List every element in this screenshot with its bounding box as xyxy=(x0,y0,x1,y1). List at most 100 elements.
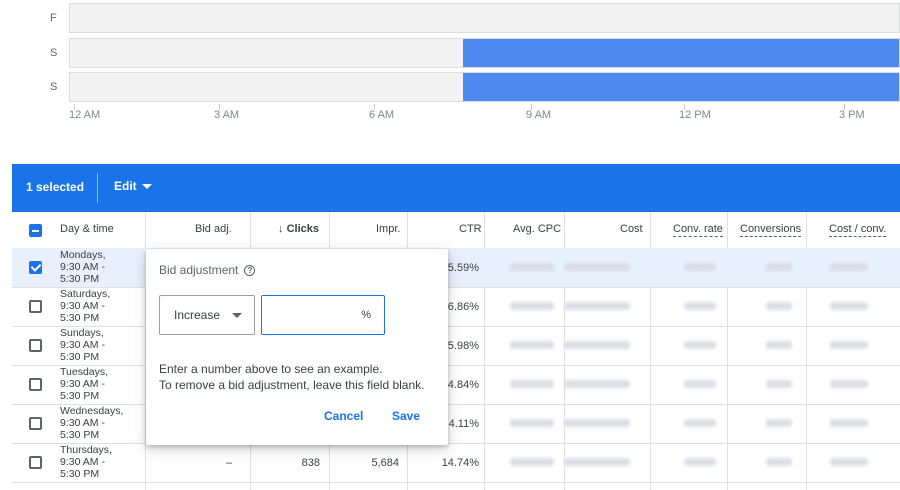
day-time-end: 5:30 PM xyxy=(60,390,100,402)
axis-label: 12 AM xyxy=(69,109,101,121)
header-bid-adj[interactable]: Bid adj. xyxy=(195,223,232,235)
header-cost-conv[interactable]: Cost / conv. xyxy=(829,223,887,237)
schedule-row-saturday: S xyxy=(12,38,900,68)
row-checkbox[interactable] xyxy=(29,456,42,469)
select-value: Increase xyxy=(174,308,221,322)
row-checkbox[interactable] xyxy=(29,300,42,313)
cancel-button[interactable]: Cancel xyxy=(324,409,363,423)
header-day-time[interactable]: Day & time xyxy=(60,223,114,235)
redacted-value xyxy=(564,419,630,427)
row-checkbox[interactable] xyxy=(29,417,42,430)
schedule-day-label: F xyxy=(50,12,57,24)
redacted-value xyxy=(564,263,630,271)
day-time-day: Sundays, xyxy=(60,327,104,339)
day-time-start: 9:30 AM - xyxy=(60,339,105,351)
day-time-cell: Thursdays, 9:30 AM -5:30 PM xyxy=(60,444,112,480)
header-ctr[interactable]: CTR xyxy=(459,223,482,235)
redacted-value xyxy=(564,341,630,349)
caret-down-icon xyxy=(141,183,152,189)
redacted-value xyxy=(684,263,716,271)
header-conv-rate[interactable]: Conv. rate xyxy=(673,223,723,237)
redacted-value xyxy=(684,419,716,427)
day-time-end: 5:30 PM xyxy=(60,429,100,441)
redacted-value xyxy=(830,419,868,427)
redacted-value xyxy=(830,302,868,310)
redacted-value xyxy=(510,302,554,310)
redacted-value xyxy=(766,419,792,427)
redacted-value xyxy=(564,380,630,388)
day-time-end: 5:30 PM xyxy=(60,273,100,285)
redacted-value xyxy=(564,302,630,310)
percentage-input[interactable] xyxy=(268,304,362,326)
schedule-row-friday: F xyxy=(12,3,900,33)
clicks-cell: 838 xyxy=(301,457,320,469)
day-time-start: 9:30 AM - xyxy=(60,417,105,429)
select-all-checkbox[interactable] xyxy=(29,224,42,237)
header-cost[interactable]: Cost xyxy=(620,223,643,235)
axis-label: 3 PM xyxy=(839,109,865,121)
adjustment-type-select[interactable]: Increase xyxy=(159,295,255,335)
redacted-value xyxy=(766,302,792,310)
hint-line-2: To remove a bid adjustment, leave this f… xyxy=(159,378,425,392)
schedule-day-label: S xyxy=(50,47,58,59)
redacted-value xyxy=(766,263,792,271)
edit-menu-button[interactable]: Edit xyxy=(114,179,152,193)
redacted-value xyxy=(830,458,868,466)
redacted-value xyxy=(684,302,716,310)
redacted-value xyxy=(510,341,554,349)
day-time-start: 9:30 AM - xyxy=(60,456,105,468)
day-time-start: 9:30 AM - xyxy=(60,300,105,312)
popup-hint: Enter a number above to see an example. … xyxy=(159,361,424,393)
day-time-cell: Wednesdays, 9:30 AM -5:30 PM xyxy=(60,405,123,441)
day-time-cell: Saturdays, 9:30 AM -5:30 PM xyxy=(60,288,110,324)
redacted-value xyxy=(510,263,554,271)
row-checkbox[interactable] xyxy=(29,339,42,352)
axis-label: 9 AM xyxy=(526,109,552,121)
row-checkbox[interactable] xyxy=(29,261,42,274)
redacted-value xyxy=(510,419,554,427)
help-icon[interactable]: ? xyxy=(244,264,256,276)
redacted-value xyxy=(510,380,554,388)
redacted-value xyxy=(564,458,630,466)
redacted-value xyxy=(766,341,792,349)
redacted-value xyxy=(830,380,868,388)
axis-label: 3 AM xyxy=(214,109,240,121)
redacted-value xyxy=(830,263,868,271)
save-button[interactable]: Save xyxy=(392,409,420,423)
redacted-value xyxy=(510,458,554,466)
header-avg-cpc[interactable]: Avg. CPC xyxy=(513,223,561,235)
caret-down-icon xyxy=(232,313,242,318)
header-clicks[interactable]: ↓ Clicks xyxy=(278,223,319,235)
day-time-cell: Tuesdays, 9:30 AM -5:30 PM xyxy=(60,366,108,402)
schedule-track xyxy=(69,3,900,33)
redacted-value xyxy=(766,458,792,466)
schedule-row-sunday: S xyxy=(12,72,900,102)
row-checkbox[interactable] xyxy=(29,378,42,391)
popup-title: Bid adjustment ? xyxy=(159,263,256,277)
edit-label: Edit xyxy=(114,179,137,193)
schedule-track xyxy=(69,72,900,102)
percentage-field[interactable]: % xyxy=(261,295,385,335)
impr-cell: 5,684 xyxy=(371,457,399,469)
day-time-day: Wednesdays, xyxy=(60,405,124,417)
schedule-chart: F S S 12 AM 3 AM 6 AM 9 AM 12 PM 3 PM xyxy=(12,0,900,163)
redacted-value xyxy=(684,458,716,466)
header-impr[interactable]: Impr. xyxy=(376,223,400,235)
day-time-end: 5:30 PM xyxy=(60,312,100,324)
schedule-track xyxy=(69,38,900,68)
day-time-cell: Mondays, 9:30 AM -5:30 PM xyxy=(60,249,106,285)
day-time-end: 5:30 PM xyxy=(60,351,100,363)
schedule-fill-bar xyxy=(463,39,899,67)
axis-label: 6 AM xyxy=(369,109,395,121)
redacted-value xyxy=(830,341,868,349)
header-conversions[interactable]: Conversions xyxy=(740,223,802,237)
selected-count: 1 selected xyxy=(26,180,85,194)
day-time-day: Thursdays, xyxy=(60,444,112,456)
table-row: Thursdays, 9:30 AM -5:30 PM – 838 5,684 14.74… xyxy=(12,443,900,483)
redacted-value xyxy=(684,341,716,349)
percent-suffix: % xyxy=(361,309,371,321)
day-time-day: Saturdays, xyxy=(60,288,111,300)
toolbar-divider xyxy=(97,173,98,203)
bid-cell: – xyxy=(225,457,232,469)
schedule-fill-bar xyxy=(463,73,899,101)
